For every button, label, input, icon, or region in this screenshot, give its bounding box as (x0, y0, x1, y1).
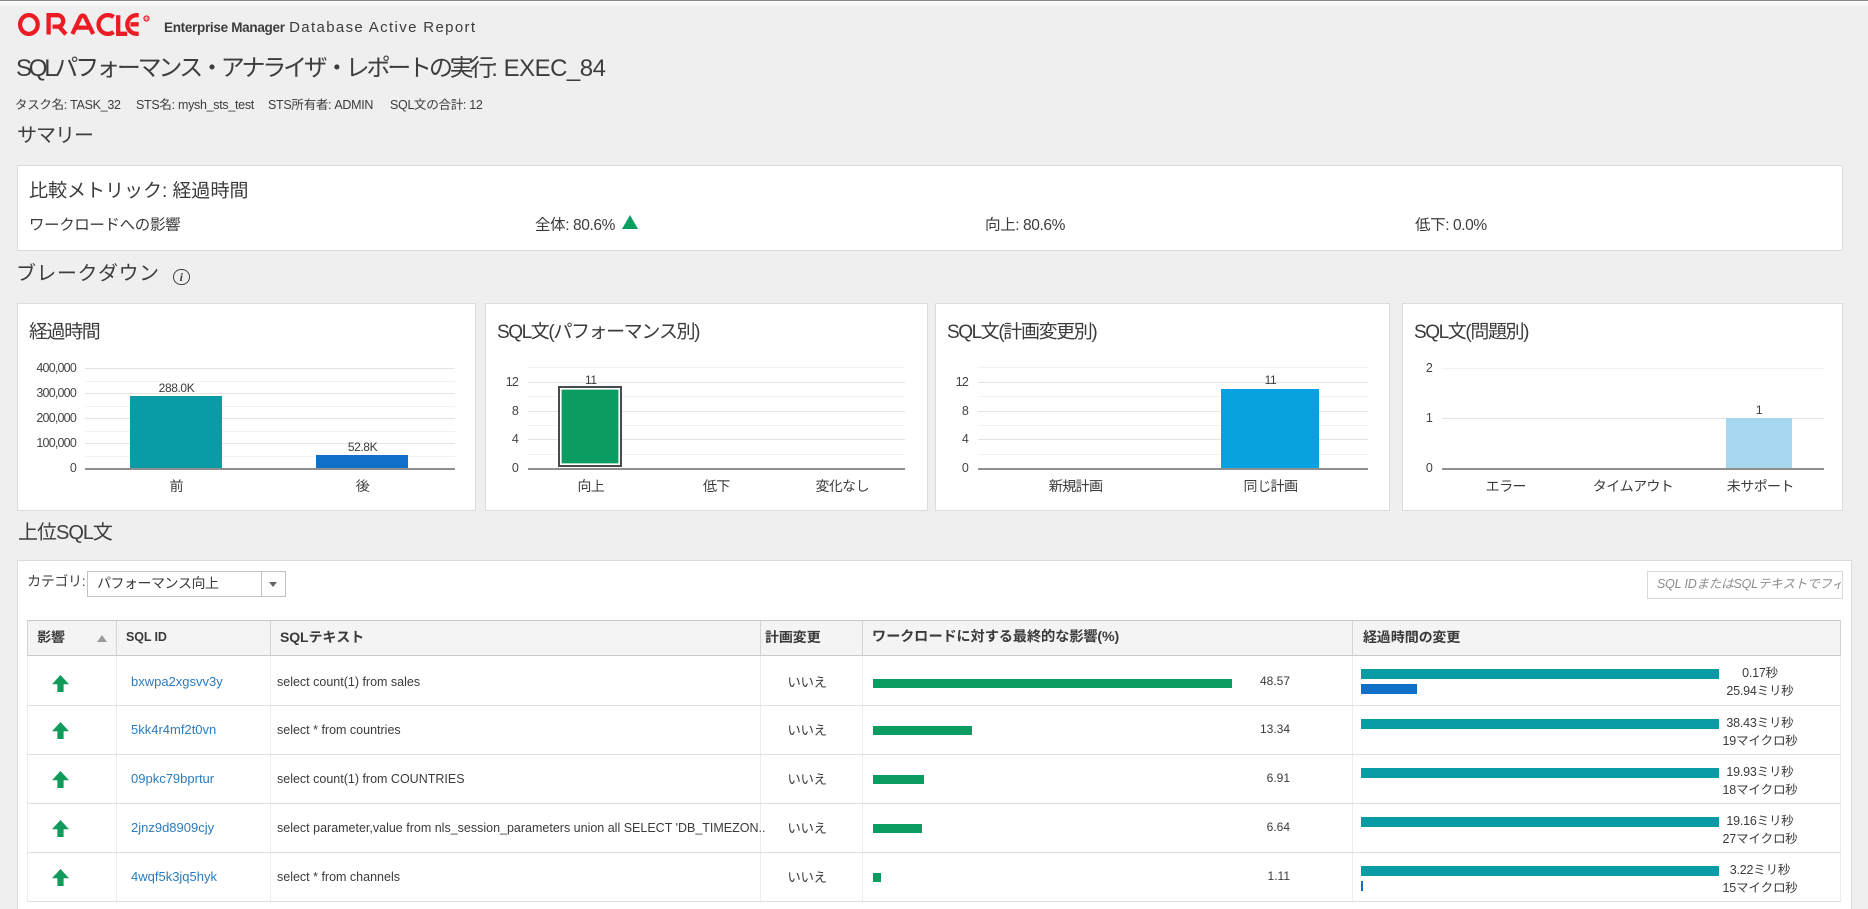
svg-text:R: R (145, 16, 149, 22)
